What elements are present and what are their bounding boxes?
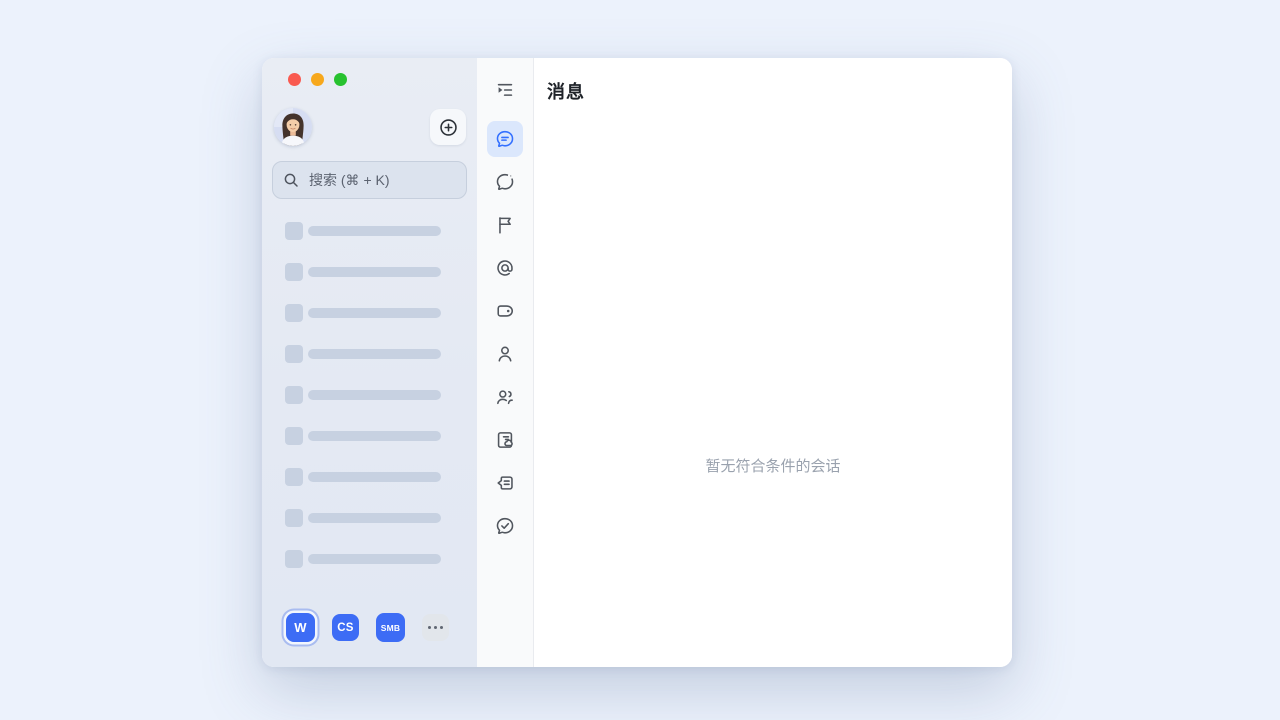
skeleton-conversation-row xyxy=(262,222,477,240)
nav-item-docs[interactable] xyxy=(487,422,523,458)
plus-circle-icon xyxy=(439,118,457,136)
skeleton-conversation-row xyxy=(262,468,477,486)
skeleton-text-bar xyxy=(308,472,441,482)
skeleton-avatar xyxy=(285,550,303,568)
more-workspaces-button[interactable] xyxy=(422,614,449,641)
window-controls xyxy=(288,73,347,86)
skeleton-text-bar xyxy=(308,431,441,441)
skeleton-avatar xyxy=(285,345,303,363)
skeleton-conversation-row xyxy=(262,304,477,322)
workspace-button-smb[interactable]: SMB xyxy=(376,613,405,642)
main-content: 消息 暂无符合条件的会话 xyxy=(534,58,1012,667)
skeleton-avatar xyxy=(285,468,303,486)
person-icon xyxy=(498,346,512,362)
nav-item-flagged[interactable] xyxy=(487,207,523,243)
skeleton-avatar xyxy=(285,386,303,404)
skeleton-text-bar xyxy=(308,226,441,236)
topic-message-icon xyxy=(497,476,513,490)
skeleton-text-bar xyxy=(308,349,441,359)
search-bar[interactable] xyxy=(272,161,467,199)
collapse-sidebar-button[interactable] xyxy=(487,72,523,108)
skeleton-conversation-row xyxy=(262,427,477,445)
conversation-panel: W CS SMB xyxy=(262,58,477,667)
document-cloud-icon xyxy=(497,432,513,448)
new-conversation-button[interactable] xyxy=(430,109,466,145)
workspace-button-cs[interactable]: CS xyxy=(332,614,359,641)
ellipsis-icon xyxy=(427,625,432,630)
app-window: W CS SMB xyxy=(262,58,1012,667)
search-icon xyxy=(284,173,298,187)
workspace-button-w[interactable]: W xyxy=(286,613,315,642)
zoom-window-button[interactable] xyxy=(334,73,347,86)
skeleton-avatar xyxy=(285,509,303,527)
at-sign-icon xyxy=(497,260,513,276)
nav-item-contacts[interactable] xyxy=(487,336,523,372)
nav-item-messages[interactable] xyxy=(487,121,523,157)
nav-item-moments[interactable] xyxy=(487,164,523,200)
skeleton-text-bar xyxy=(308,554,441,564)
empty-state-text: 暂无符合条件的会话 xyxy=(705,458,841,475)
user-avatar[interactable] xyxy=(274,108,312,146)
collapse-sidebar-icon xyxy=(497,83,513,96)
skeleton-conversation-row xyxy=(262,263,477,281)
skeleton-text-bar xyxy=(308,308,441,318)
nav-item-topics[interactable] xyxy=(487,465,523,501)
moments-bubble-dot-icon xyxy=(496,173,514,191)
skeleton-text-bar xyxy=(308,267,441,277)
nav-item-tasks[interactable] xyxy=(487,508,523,544)
skeleton-conversation-row xyxy=(262,386,477,404)
skeleton-avatar xyxy=(285,304,303,322)
skeleton-text-bar xyxy=(308,513,441,523)
nav-item-groups[interactable] xyxy=(487,379,523,415)
conversation-skeleton-list xyxy=(262,222,477,568)
tag-icon xyxy=(497,305,514,317)
skeleton-conversation-row xyxy=(262,345,477,363)
close-window-button[interactable] xyxy=(288,73,301,86)
skeleton-conversation-row xyxy=(262,550,477,568)
search-input[interactable] xyxy=(307,171,456,189)
skeleton-avatar xyxy=(285,222,303,240)
skeleton-avatar xyxy=(285,427,303,445)
skeleton-avatar xyxy=(285,263,303,281)
avatar-illustration xyxy=(274,108,312,146)
skeleton-text-bar xyxy=(308,390,441,400)
page-title: 消息 xyxy=(547,82,585,102)
nav-rail xyxy=(477,58,534,667)
people-group-icon xyxy=(497,390,513,405)
nav-item-labels[interactable] xyxy=(487,293,523,329)
nav-item-mentions[interactable] xyxy=(487,250,523,286)
flag-icon xyxy=(499,217,511,234)
check-circle-icon xyxy=(496,517,514,535)
skeleton-conversation-row xyxy=(262,509,477,527)
chat-bubble-icon xyxy=(496,130,514,148)
workspace-switcher: W CS SMB xyxy=(286,613,449,642)
minimize-window-button[interactable] xyxy=(311,73,324,86)
